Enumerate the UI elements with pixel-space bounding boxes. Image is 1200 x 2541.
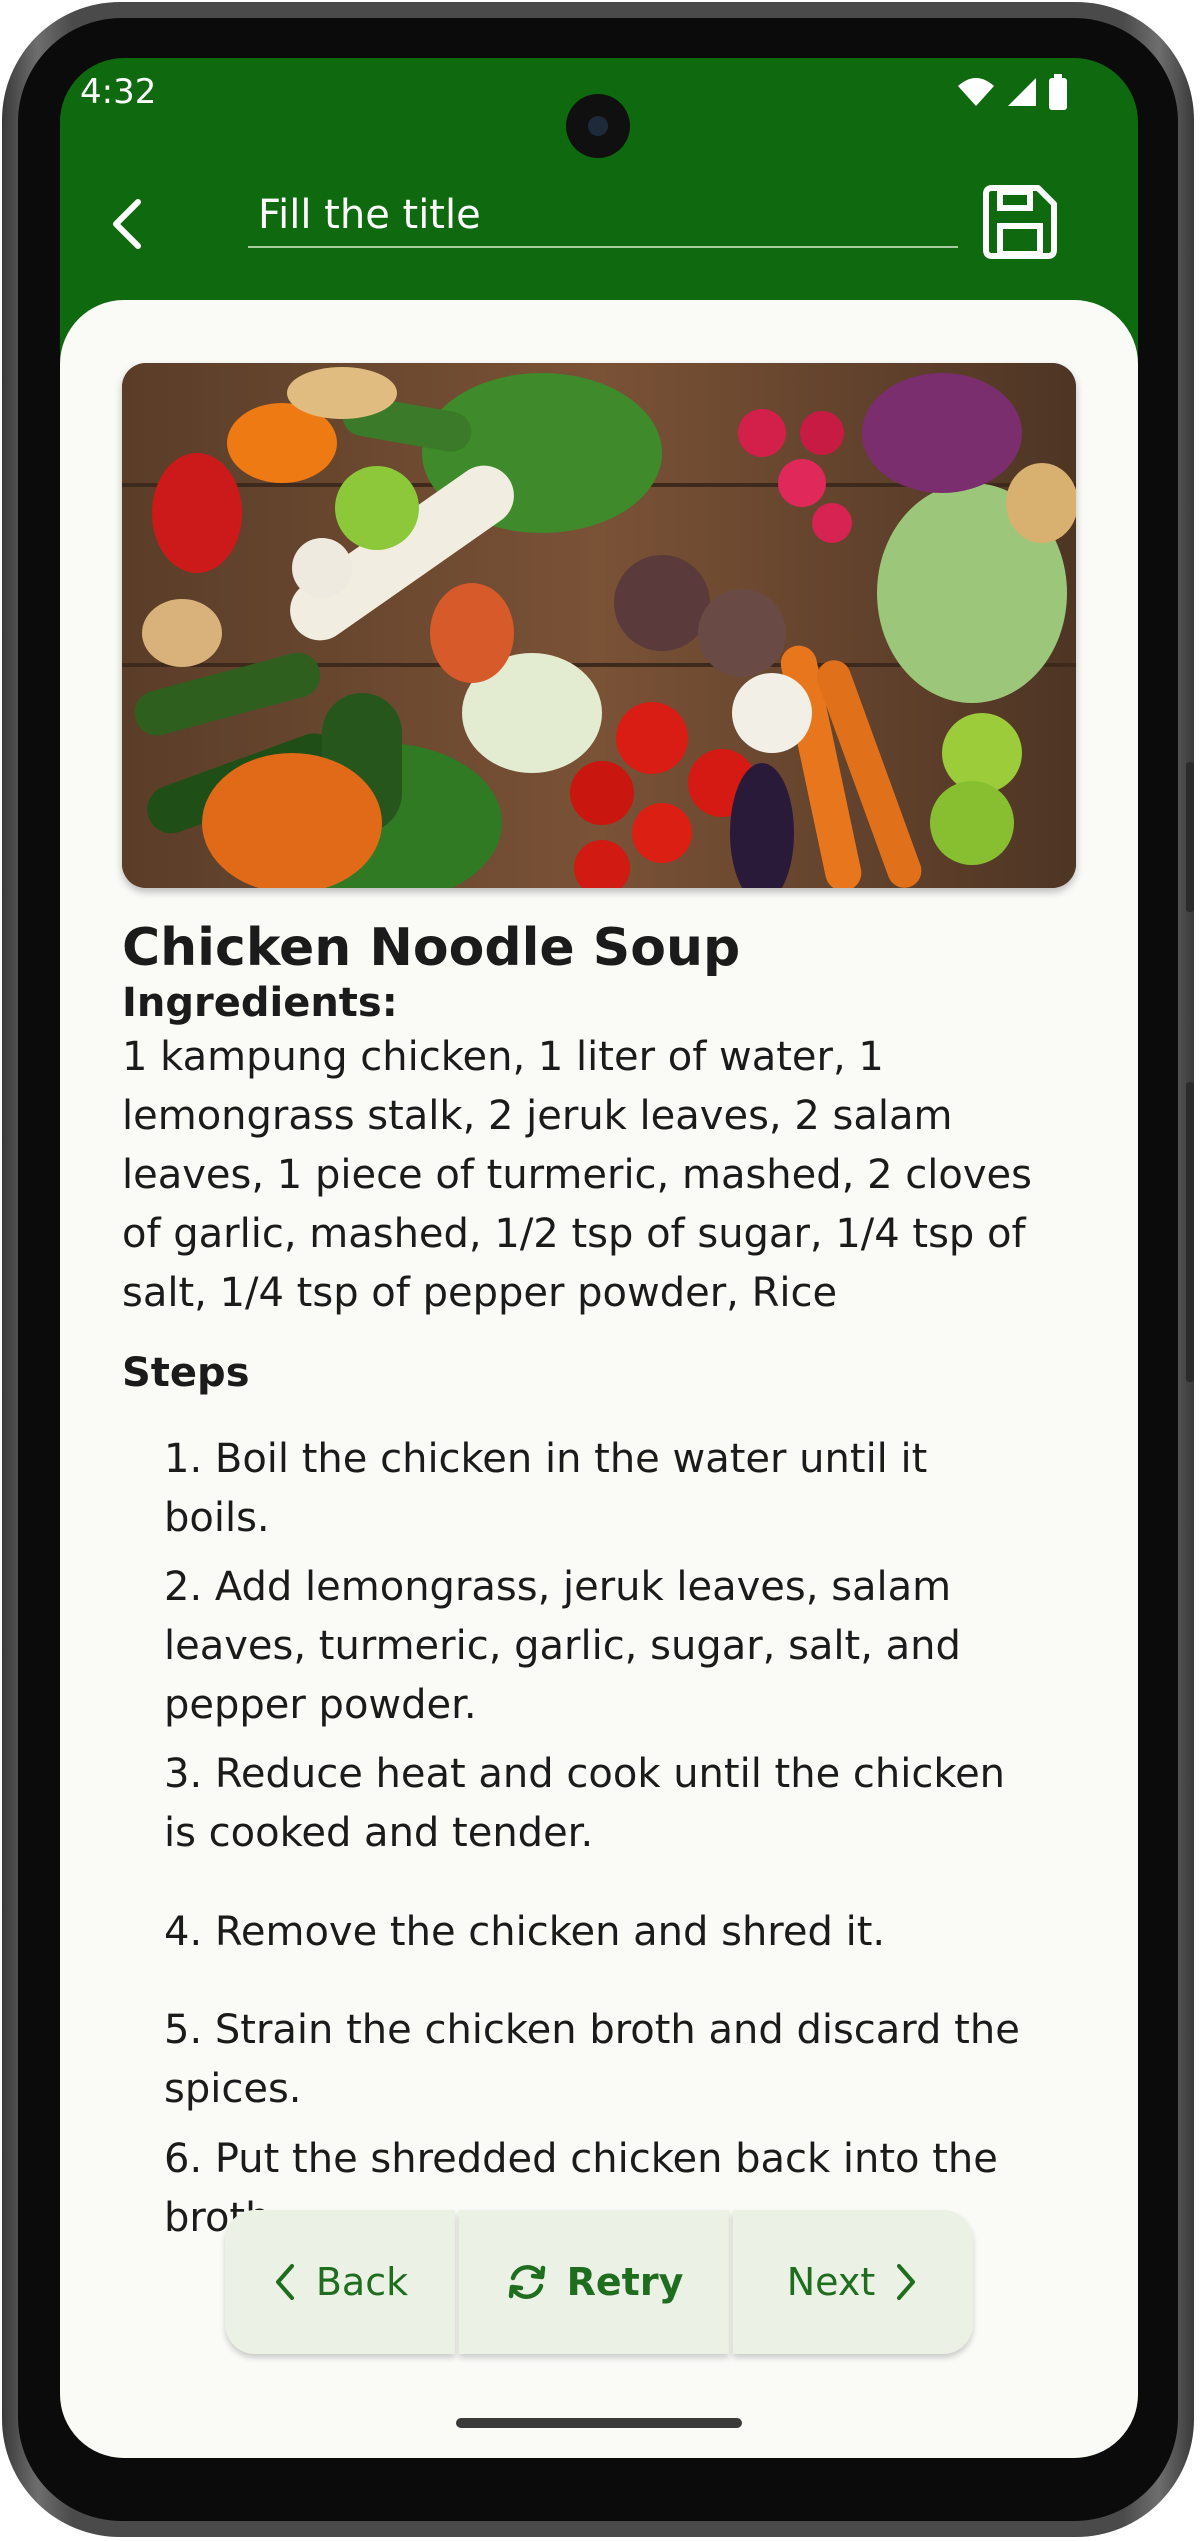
battery-icon [1049, 74, 1067, 110]
content-sheet: Chicken Noodle Soup Ingredients: 1 kampu… [60, 300, 1138, 2458]
front-camera [566, 94, 630, 158]
recipe-image [122, 363, 1076, 888]
status-icons [956, 74, 1068, 110]
next-label: Next [786, 2260, 876, 2304]
power-button [1186, 762, 1194, 912]
status-time: 4:32 [80, 72, 157, 112]
step-item: 4. Remove the chicken and shred it. [164, 1909, 886, 1955]
home-indicator[interactable] [456, 2418, 742, 2428]
chevron-left-icon[interactable] [100, 194, 160, 254]
back-button[interactable]: Back [225, 2210, 455, 2354]
save-icon[interactable] [982, 184, 1058, 260]
ingredients-label: Ingredients: [122, 980, 398, 1026]
wifi-icon [958, 78, 994, 106]
chevron-right-icon [897, 2264, 916, 2300]
ingredients-text: 1 kampung chicken, 1 liter of water, 1 l… [122, 1034, 1032, 1316]
retry-button[interactable]: Retry [459, 2210, 729, 2354]
volume-button [1186, 1082, 1194, 1382]
refresh-icon [508, 2265, 545, 2299]
title-input[interactable] [248, 184, 958, 248]
step-item: 2. Add lemongrass, jeruk leaves, salam l… [164, 1564, 961, 1728]
app-bar [60, 154, 1138, 294]
signal-icon [1008, 78, 1036, 106]
chevron-left-icon [275, 2264, 294, 2300]
retry-label: Retry [566, 2260, 684, 2304]
bottom-nav: Back Retry Next [225, 2210, 977, 2354]
step-item: 5. Strain the chicken broth and discard … [164, 2007, 1020, 2112]
next-button[interactable]: Next [733, 2210, 973, 2354]
recipe-title: Chicken Noodle Soup [122, 918, 741, 978]
steps-scroll-area[interactable]: 1. Boil the chicken in the water until i… [60, 1430, 1138, 2250]
step-item: 3. Reduce heat and cook until the chicke… [164, 1751, 1006, 1856]
step-item: 1. Boil the chicken in the water until i… [164, 1436, 928, 1541]
screen: 4:32 Fill the title Chicken Noodle Soup … [60, 58, 1138, 2458]
back-label: Back [315, 2260, 409, 2304]
steps-label: Steps [122, 1350, 250, 1396]
